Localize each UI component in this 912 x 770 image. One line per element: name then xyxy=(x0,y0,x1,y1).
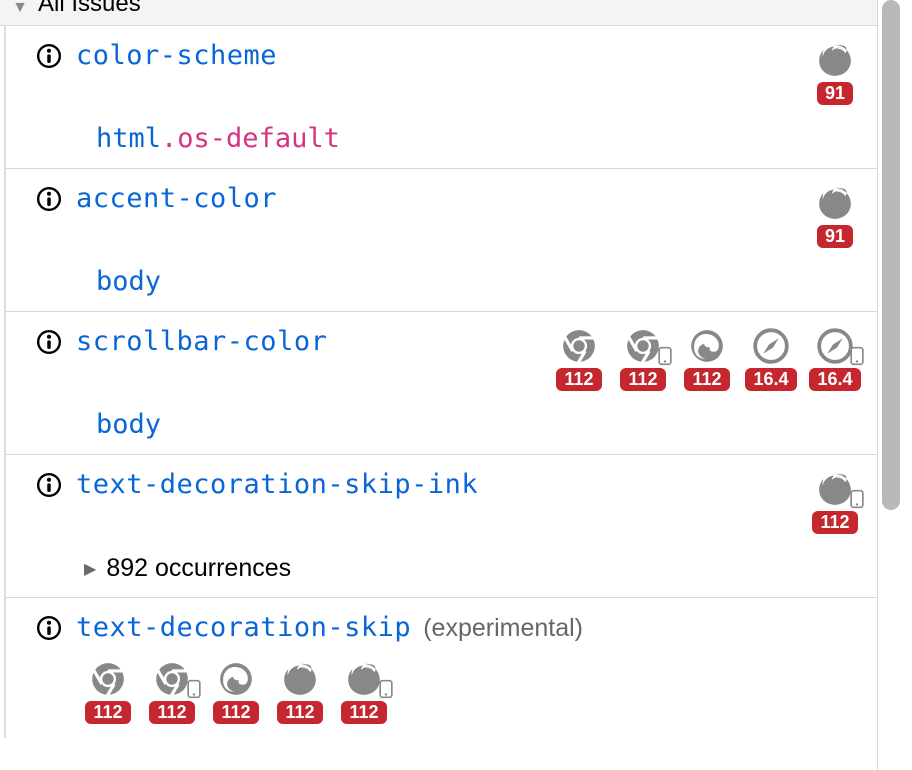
browser-chrome[interactable]: 112 xyxy=(551,326,607,391)
version-badge: 112 xyxy=(341,701,386,724)
selector-element: body xyxy=(96,409,161,440)
info-icon xyxy=(36,186,62,212)
browser-chrome-mobile[interactable]: 112 xyxy=(144,659,200,724)
browser-firefox-mobile[interactable]: 112 xyxy=(807,469,863,534)
browser-edge[interactable]: 112 xyxy=(679,326,735,391)
scrollbar[interactable] xyxy=(878,0,912,770)
info-icon xyxy=(36,43,62,69)
info-icon xyxy=(36,472,62,498)
version-badge: 112 xyxy=(620,368,665,391)
firefox-icon xyxy=(815,40,855,80)
selector-element: body xyxy=(96,266,161,297)
version-badge: 112 xyxy=(556,368,601,391)
selector[interactable]: body xyxy=(96,409,863,440)
selector-class: .os-default xyxy=(161,123,340,154)
css-property-link[interactable]: text-decoration-skip xyxy=(76,612,411,643)
version-badge: 112 xyxy=(85,701,130,724)
browser-support: 112 112 112 16.4 xyxy=(551,326,863,391)
version-badge: 112 xyxy=(213,701,258,724)
property-note: (experimental) xyxy=(423,614,583,642)
mobile-icon xyxy=(376,679,396,699)
browser-firefox[interactable]: 91 xyxy=(807,40,863,105)
browser-edge[interactable]: 112 xyxy=(208,659,264,724)
version-badge: 112 xyxy=(149,701,194,724)
collapse-arrow-icon: ▼ xyxy=(12,0,28,17)
selector-element: html xyxy=(96,123,161,154)
css-property-link[interactable]: accent-color xyxy=(76,183,277,214)
browser-support: 91 xyxy=(807,183,863,248)
browser-support: 112 xyxy=(807,469,863,534)
version-badge: 112 xyxy=(684,368,729,391)
version-badge: 112 xyxy=(277,701,322,724)
expand-arrow-icon: ▶ xyxy=(84,559,96,579)
section-title: All Issues xyxy=(38,0,141,18)
firefox-icon xyxy=(280,659,320,699)
mobile-icon xyxy=(655,346,675,366)
compat-panel: ▼ All Issues color-scheme 91 html.os-def… xyxy=(0,0,878,770)
selector[interactable]: html.os-default xyxy=(96,123,863,154)
mobile-icon xyxy=(847,346,867,366)
issue-row: color-scheme 91 html.os-default xyxy=(6,26,877,169)
browser-firefox-mobile[interactable]: 112 xyxy=(336,659,392,724)
version-badge: 16.4 xyxy=(809,368,860,391)
selector[interactable]: body xyxy=(96,266,863,297)
css-property-link[interactable]: scrollbar-color xyxy=(76,326,327,357)
version-badge: 91 xyxy=(817,82,853,105)
css-property-link[interactable]: text-decoration-skip-ink xyxy=(76,469,478,500)
browser-chrome-mobile[interactable]: 112 xyxy=(615,326,671,391)
chrome-icon xyxy=(88,659,128,699)
safari-icon xyxy=(751,326,791,366)
browser-support: 112 112 112 112 112 xyxy=(80,659,540,724)
version-badge: 91 xyxy=(817,225,853,248)
browser-support: 91 xyxy=(807,40,863,105)
mobile-icon xyxy=(184,679,204,699)
version-badge: 112 xyxy=(812,511,857,534)
issue-row: accent-color 91 body xyxy=(6,169,877,312)
browser-chrome[interactable]: 112 xyxy=(80,659,136,724)
occurrences-count: 892 occurrences xyxy=(106,554,291,583)
scrollbar-thumb[interactable] xyxy=(882,0,900,510)
css-property-link[interactable]: color-scheme xyxy=(76,40,277,71)
info-icon xyxy=(36,615,62,641)
issue-row: scrollbar-color 112 112 112 xyxy=(6,312,877,455)
info-icon xyxy=(36,329,62,355)
edge-icon xyxy=(216,659,256,699)
mobile-icon xyxy=(847,489,867,509)
browser-safari-mobile[interactable]: 16.4 xyxy=(807,326,863,391)
browser-firefox[interactable]: 112 xyxy=(272,659,328,724)
chrome-icon xyxy=(559,326,599,366)
browser-firefox[interactable]: 91 xyxy=(807,183,863,248)
issue-row: text-decoration-skip-ink 112 ▶ 892 occur… xyxy=(6,455,877,598)
issue-row: text-decoration-skip (experimental) 112 … xyxy=(6,598,877,738)
occurrences-toggle[interactable]: ▶ 892 occurrences xyxy=(84,554,863,583)
section-header[interactable]: ▼ All Issues xyxy=(0,0,877,26)
issue-list: color-scheme 91 html.os-default accent-c… xyxy=(4,26,877,738)
version-badge: 16.4 xyxy=(745,368,796,391)
firefox-icon xyxy=(815,183,855,223)
edge-icon xyxy=(687,326,727,366)
browser-safari[interactable]: 16.4 xyxy=(743,326,799,391)
